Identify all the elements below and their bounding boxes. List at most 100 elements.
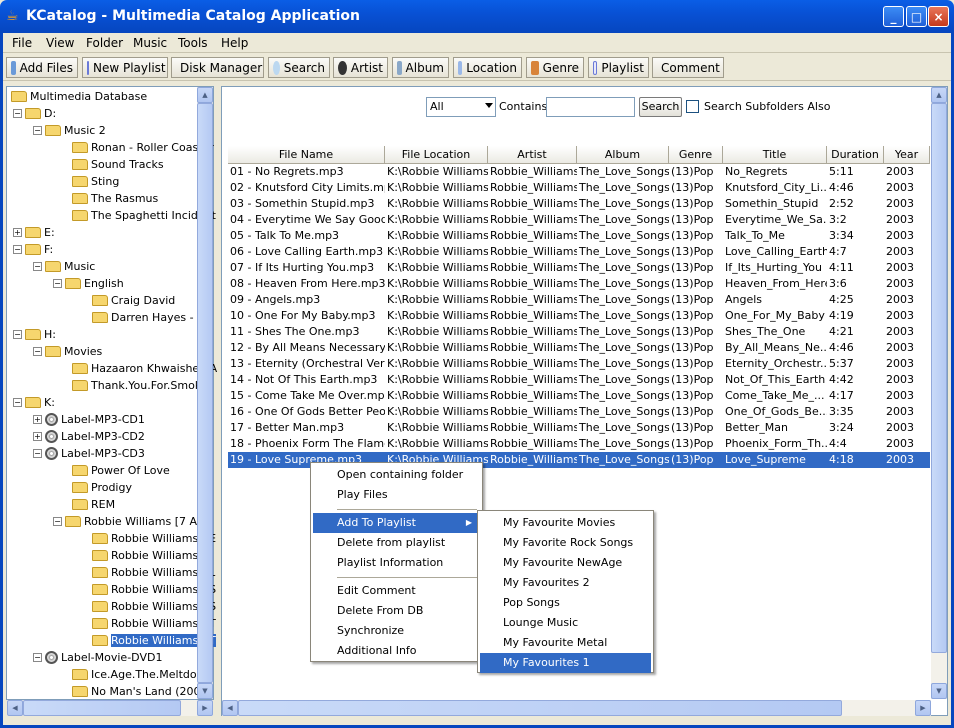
album-button[interactable]: Album [392,57,449,78]
scroll-thumb[interactable] [197,103,213,683]
new-playlist-button[interactable]: New Playlist [82,57,168,78]
table-row[interactable]: 10 - One For My Baby.mp3 K:\Robbie Willia… [228,308,930,324]
table-row[interactable]: 01 - No Regrets.mp3 K:\Robbie Williams...… [228,164,930,180]
menu-item-open-folder[interactable]: Open containing folder [313,465,480,485]
tree-node[interactable]: The Rasmus [72,190,158,207]
table-row[interactable]: 14 - Not Of This Earth.mp3 K:\Robbie Will… [228,372,930,388]
tree-node[interactable]: Hazaaron Khwaishen A [72,360,217,377]
table-row[interactable]: 06 - Love Calling Earth.mp3 K:\Robbie Wil… [228,244,930,260]
tree-node[interactable]: Sound Tracks [72,156,164,173]
tree-node-music[interactable]: − Music [33,258,95,275]
menu-view[interactable]: View [46,36,74,52]
expand-icon[interactable]: + [33,415,42,424]
scroll-up-icon[interactable]: ▲ [197,87,213,103]
add-files-button[interactable]: Add Files [6,57,78,78]
tree-node[interactable]: Robbie Williams - I [92,547,212,564]
tree-node-cd2[interactable]: + Label-MP3-CD2 [33,428,145,445]
tree-node[interactable]: Sting [72,173,119,190]
table-row[interactable]: 09 - Angels.mp3 K:\Robbie Williams...Robb… [228,292,930,308]
menu-item-edit-comment[interactable]: Edit Comment [313,581,480,601]
search-scope-select[interactable]: All [426,97,496,117]
table-row[interactable]: 18 - Phoenix Form The Flame... K:\Robbie … [228,436,930,452]
scroll-right-icon[interactable]: ▶ [915,700,931,716]
column-header-artist[interactable]: Artist [488,146,577,164]
tree-node-k[interactable]: − K: [13,394,55,411]
search-button[interactable]: Search [639,97,682,117]
collapse-icon[interactable]: − [53,517,62,526]
submenu-item[interactable]: My Favourites 2 [480,573,651,593]
column-header-album[interactable]: Album [577,146,669,164]
tree-vertical-scrollbar[interactable]: ▲ ▼ [197,87,213,699]
table-row[interactable]: 16 - One Of Gods Better Peo... K:\Robbie … [228,404,930,420]
submenu-item[interactable]: My Favourite Movies [480,513,651,533]
table-row[interactable]: 13 - Eternity (Orchestral Vers... K:\Robb… [228,356,930,372]
folder-tree[interactable]: Multimedia Database − D: − Music 2 Ronan -… [6,86,217,700]
tree-node[interactable]: Thank.You.For.Smokin [72,377,211,394]
tree-node[interactable]: No Man's Land (2001) [72,683,212,700]
list-horizontal-scrollbar[interactable]: ◀ ▶ [222,700,931,716]
tree-node[interactable]: Prodigy [72,479,132,496]
tree-node-cd3[interactable]: − Label-MP3-CD3 [33,445,145,462]
table-row[interactable]: 04 - Everytime We Say Good... K:\Robbie W… [228,212,930,228]
collapse-icon[interactable]: − [33,262,42,271]
expand-icon[interactable]: + [33,432,42,441]
table-row[interactable]: 03 - Somethin Stupid.mp3 K:\Robbie Willia… [228,196,930,212]
table-row[interactable]: 08 - Heaven From Here.mp3 K:\Robbie Willi… [228,276,930,292]
search-input[interactable] [546,97,635,117]
tree-node[interactable]: Ice.Age.The.Meltdown [72,666,213,683]
title-bar[interactable]: ☕ KCatalog - Multimedia Catalog Applicat… [0,0,954,33]
collapse-icon[interactable]: − [13,245,22,254]
tree-node-e[interactable]: + E: [13,224,55,241]
collapse-icon[interactable]: − [13,330,22,339]
scroll-thumb[interactable] [238,700,842,716]
tree-node[interactable]: Craig David [92,292,175,309]
tree-node[interactable]: Darren Hayes - SP [92,309,211,326]
search-toolbar-button[interactable]: Search [268,57,330,78]
scroll-down-icon[interactable]: ▼ [197,683,213,699]
disk-manager-button[interactable]: Disk Manager [171,57,264,78]
submenu-item[interactable]: Lounge Music [480,613,651,633]
tree-node[interactable]: Ronan - Roller Coaster [72,139,214,156]
minimize-button[interactable]: _ [883,6,904,27]
submenu-item[interactable]: Pop Songs [480,593,651,613]
tree-node-english[interactable]: − English [53,275,124,292]
scroll-thumb[interactable] [931,103,947,653]
table-row[interactable]: 11 - Shes The One.mp3 K:\Robbie Williams.… [228,324,930,340]
submenu-item[interactable]: My Favourite NewAge [480,553,651,573]
menu-item-play-files[interactable]: Play Files [313,485,480,505]
tree-node-f[interactable]: − F: [13,241,53,258]
genre-button[interactable]: Genre [526,57,584,78]
table-row[interactable]: 02 - Knutsford City Limits.mp3 K:\Robbie … [228,180,930,196]
menu-file[interactable]: File [12,36,32,52]
collapse-icon[interactable]: − [33,449,42,458]
tree-node[interactable]: The Spaghetti Incident [72,207,216,224]
tree-horizontal-scrollbar[interactable]: ◀ ▶ [7,700,213,716]
menu-item-synchronize[interactable]: Synchronize [313,621,480,641]
menu-item-delete-from-playlist[interactable]: Delete from playlist [313,533,480,553]
tree-node-h[interactable]: − H: [13,326,56,343]
column-header-title[interactable]: Title [723,146,827,164]
table-row[interactable]: 07 - If Its Hurting You.mp3 K:\Robbie Wil… [228,260,930,276]
menu-item-delete-from-db[interactable]: Delete From DB [313,601,480,621]
comment-button[interactable]: Comment [652,57,724,78]
playlist-button[interactable]: Playlist [588,57,649,78]
submenu-item[interactable]: My Favourite Metal [480,633,651,653]
collapse-icon[interactable]: − [13,109,22,118]
tree-node[interactable]: Power Of Love [72,462,170,479]
column-header-file-name[interactable]: File Name [228,146,385,164]
artist-button[interactable]: Artist [333,57,388,78]
menu-help[interactable]: Help [221,36,248,52]
list-vertical-scrollbar[interactable]: ▲ ▼ [931,87,947,699]
tree-node-robbie[interactable]: − Robbie Williams [7 Albu [53,513,214,530]
table-row[interactable]: 12 - By All Means Necessary.... K:\Robbie… [228,340,930,356]
scroll-down-icon[interactable]: ▼ [931,683,947,699]
menu-item-playlist-information[interactable]: Playlist Information [313,553,480,573]
scroll-left-icon[interactable]: ◀ [7,700,23,716]
collapse-icon[interactable]: − [33,347,42,356]
scroll-up-icon[interactable]: ▲ [931,87,947,103]
maximize-button[interactable]: □ [906,6,927,27]
collapse-icon[interactable]: − [33,653,42,662]
file-table[interactable]: File Name File Location Artist Album Gen… [228,146,930,468]
tree-node-d[interactable]: − D: [13,105,56,122]
menu-music[interactable]: Music [133,36,167,52]
